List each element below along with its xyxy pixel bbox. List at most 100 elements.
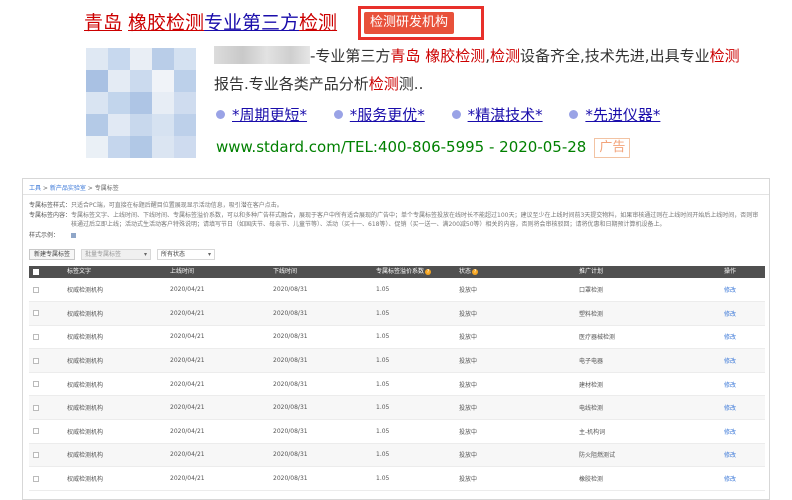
table-row: 权威检测机构 2020/04/21 2020/08/31 1.05 投放中 电线检测 修改 [29, 395, 765, 421]
cell-online-time: 2020/04/21 [166, 325, 269, 350]
col-action: 操作 [720, 266, 765, 278]
sitelink-skilled-tech[interactable]: *精湛技术* [451, 104, 543, 126]
select-all-cell[interactable] [29, 266, 63, 278]
thumbnail-tile [86, 92, 108, 114]
cell-tag-text: 权威检测机构 [63, 372, 166, 397]
cell-premium: 1.05 [372, 325, 455, 350]
exclusive-tag-admin-panel: 工具 > 新产品实验室 > 专属标签 专属标签样式： 只适合PC端，可直接在标题后… [22, 178, 770, 500]
bullet-dot-icon [216, 110, 225, 119]
cell-edit-link[interactable]: 修改 [720, 466, 765, 491]
help-icon[interactable]: ? [472, 269, 479, 275]
row-checkbox[interactable] [33, 381, 39, 388]
cell-edit-link[interactable]: 修改 [720, 301, 765, 326]
help-icon[interactable]: ? [425, 269, 432, 275]
select-all-checkbox[interactable] [33, 268, 39, 275]
table-row: 权威检测机构 2020/04/21 2020/08/31 1.05 投放中 口罩检测 修改 [29, 278, 765, 303]
cell-edit-link[interactable]: 修改 [720, 443, 765, 468]
toolbar: 新建专属标签 批量专属标签 所有状态 [29, 249, 216, 260]
ad-display-url[interactable]: www.stdard.com/TEL:400-806-5995 - 2020-0… [216, 136, 631, 158]
cell-edit-link[interactable]: 修改 [720, 325, 765, 350]
sitelink-label[interactable]: *服务更优* [350, 106, 425, 124]
col-online-time: 上线时间 [166, 266, 269, 278]
cell-offline-time: 2020/08/31 [269, 372, 372, 397]
thumbnail-tile [130, 92, 152, 114]
new-tag-button[interactable]: 新建专属标签 [29, 249, 76, 260]
table-row: 权威检测机构 2020/04/21 2020/08/31 1.05 投放中 塑料检测 修改 [29, 301, 765, 326]
exclusive-tag-badge: 检测研发机构 [364, 12, 455, 34]
breadcrumb-current: 专属标签 [94, 185, 119, 192]
cell-plan: 电线检测 [575, 395, 720, 421]
table-row: 权威检测机构 2020/04/21 2020/08/31 1.05 投放中 橡胶检测 修改 [29, 466, 765, 491]
breadcrumb-tools[interactable]: 工具 [29, 185, 41, 192]
row-checkbox-cell[interactable] [29, 443, 63, 468]
row-checkbox[interactable] [33, 357, 39, 364]
desc-text: 测.. [398, 75, 424, 93]
cell-offline-time: 2020/08/31 [269, 278, 372, 303]
row-checkbox[interactable] [33, 404, 39, 411]
cell-tag-text: 权威检测机构 [63, 466, 166, 491]
ad-title-keyword-city[interactable]: 青岛 [84, 12, 122, 34]
thumbnail-tile [130, 136, 152, 158]
row-checkbox[interactable] [33, 333, 39, 340]
breadcrumb-lab[interactable]: 新产品实验室 [50, 185, 86, 192]
desc-keyword: 橡胶检测 [425, 47, 486, 65]
cell-online-time: 2020/04/21 [166, 466, 269, 491]
table-row: 权威检测机构 2020/04/21 2020/08/31 1.05 投放中 医疗器械检测修… [29, 325, 765, 350]
sitelink-advanced-instruments[interactable]: *先进仪器* [569, 104, 660, 126]
thumbnail-tile [108, 114, 130, 136]
cell-tag-text: 权威检测机构 [63, 348, 166, 373]
ad-thumbnail-image[interactable] [86, 48, 196, 158]
ad-title-keyword-rubber[interactable]: 橡胶检测 [128, 12, 204, 34]
row-checkbox[interactable] [33, 286, 39, 293]
thumbnail-tile [108, 48, 130, 70]
sitelink-label[interactable]: *精湛技术* [468, 106, 543, 124]
example-image-icon[interactable] [71, 233, 76, 238]
ad-title-text[interactable]: 专业第三方 [204, 12, 299, 34]
cell-premium: 1.05 [372, 348, 455, 373]
desc-label-example: 样式示例： [29, 232, 60, 239]
cell-tag-text: 权威检测机构 [63, 278, 166, 303]
batch-action-select[interactable]: 批量专属标签 [81, 249, 152, 260]
thumbnail-tile [152, 48, 174, 70]
cell-tag-text: 权威检测机构 [63, 443, 166, 468]
row-checkbox[interactable] [33, 451, 39, 458]
cell-edit-link[interactable]: 修改 [720, 372, 765, 397]
cell-premium: 1.05 [372, 278, 455, 303]
display-url-text[interactable]: www.stdard.com/TEL:400-806-5995 - 2020-0… [216, 138, 586, 156]
cell-edit-link[interactable]: 修改 [720, 348, 765, 373]
cell-online-time: 2020/04/21 [166, 348, 269, 373]
cell-edit-link[interactable]: 修改 [720, 395, 765, 421]
ad-title-link[interactable]: 青岛 橡胶检测专业第三方检测 [84, 10, 337, 38]
desc-keyword: 青岛 [390, 47, 421, 65]
desc-text-content: 专属标签文字、上线时间、下线时间、专属标签溢价系数，可以和多种广告样式融合，展现… [71, 212, 759, 228]
row-checkbox[interactable] [33, 310, 39, 317]
row-checkbox-cell[interactable] [29, 395, 63, 421]
row-checkbox-cell[interactable] [29, 466, 63, 491]
row-checkbox-cell[interactable] [29, 419, 63, 444]
thumbnail-tile [86, 48, 108, 70]
cell-edit-link[interactable]: 修改 [720, 278, 765, 303]
thumbnail-tile [86, 70, 108, 92]
row-checkbox-cell[interactable] [29, 278, 63, 303]
desc-keyword: 检测 [368, 75, 399, 93]
cell-plan: 口罩检测 [575, 278, 720, 303]
ad-title-keyword-test[interactable]: 检测 [299, 12, 337, 34]
row-checkbox-cell[interactable] [29, 325, 63, 350]
cell-premium: 1.05 [372, 466, 455, 491]
cell-status: 投放中 [455, 325, 575, 350]
row-checkbox-cell[interactable] [29, 301, 63, 326]
cell-premium: 1.05 [372, 395, 455, 421]
sitelink-label[interactable]: *先进仪器* [585, 106, 660, 124]
row-checkbox[interactable] [33, 475, 39, 482]
sitelink-shorter-cycle[interactable]: *周期更短* [216, 104, 307, 126]
row-checkbox-cell[interactable] [29, 372, 63, 397]
cell-online-time: 2020/04/21 [166, 395, 269, 421]
sitelink-better-service[interactable]: *服务更优* [333, 104, 425, 126]
row-checkbox[interactable] [33, 428, 39, 435]
cell-plan: 塑料检测 [575, 301, 720, 326]
status-filter-select[interactable]: 所有状态 [157, 249, 216, 260]
row-checkbox-cell[interactable] [29, 348, 63, 373]
sitelink-label[interactable]: *周期更短* [232, 106, 307, 124]
cell-edit-link[interactable]: 修改 [720, 419, 765, 444]
tag-table: 标签文字 上线时间 下线时间 专属标签溢价系数? 状态? 推广计划 操作 权威检… [29, 266, 765, 491]
